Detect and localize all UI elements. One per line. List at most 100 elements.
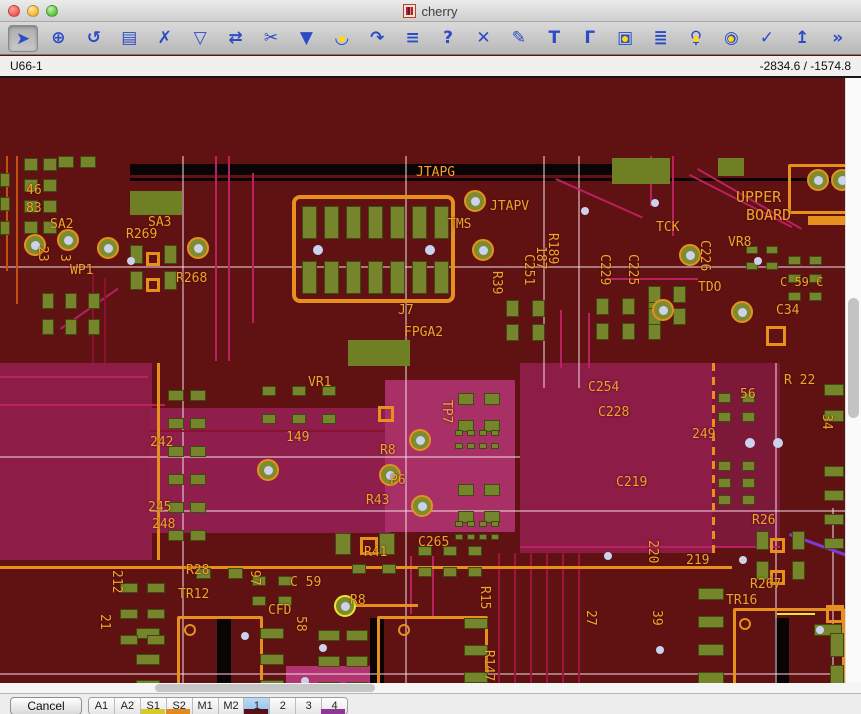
tool-zoom-icon[interactable]: ⊕: [43, 25, 73, 52]
vertical-scrollbar[interactable]: [845, 78, 861, 683]
toolbar: ➤⊕↺▤✗▽⇄✂▼◡↷≡?✕✎TΓ▣≣♀◉✓↥»: [0, 22, 861, 55]
pcb-pad: [43, 179, 57, 192]
pcb-pad: [788, 292, 801, 301]
tool-cut-icon[interactable]: ✂: [256, 25, 286, 52]
tool-more-icon[interactable]: »: [823, 25, 853, 52]
pcb-pad: [190, 446, 206, 457]
pcb-via: [97, 237, 119, 259]
tool-draw-icon[interactable]: ✎: [504, 25, 534, 52]
tool-text-icon[interactable]: T: [539, 25, 569, 52]
pcb-label: C265: [418, 536, 449, 549]
tool-testpoint-icon[interactable]: ♀: [681, 25, 711, 52]
pcb-testpoint-dot: [604, 552, 612, 560]
horizontal-scrollbar[interactable]: [0, 683, 861, 693]
pcb-gridline: [0, 456, 520, 458]
pcb-pad: [824, 384, 844, 396]
pcb-pad: [190, 390, 206, 401]
tab-layer-3[interactable]: 3: [296, 698, 322, 714]
tool-corner-icon[interactable]: Γ: [575, 25, 605, 52]
pcb-label: 149: [286, 431, 309, 444]
pcb-label: R268: [176, 272, 207, 285]
horizontal-scrollbar-thumb[interactable]: [155, 684, 375, 692]
pcb-testpoint-dot: [313, 245, 323, 255]
window-title: cherry: [421, 4, 457, 19]
pcb-pad: [262, 386, 276, 396]
pcb-pad: [468, 546, 482, 556]
pcb-label: C225: [626, 254, 639, 285]
pcb-pad: [58, 156, 74, 168]
pcb-label: TR12: [178, 588, 209, 601]
tool-via-icon[interactable]: ▼: [291, 25, 321, 52]
tool-delete-icon[interactable]: ✕: [468, 25, 498, 52]
pcb-label: 34: [820, 414, 833, 430]
pcb-label: R28: [186, 564, 209, 577]
tool-funnel-select-icon[interactable]: ▽: [185, 25, 215, 52]
pcb-label: J7: [398, 304, 414, 317]
tab-layer-M1[interactable]: M1: [193, 698, 219, 714]
pcb-trace: [0, 376, 148, 378]
pcb-pad: [455, 430, 463, 436]
cancel-button[interactable]: Cancel: [10, 697, 82, 714]
pcb-pad-square: [826, 605, 844, 623]
pcb-testpoint-dot: [581, 207, 589, 215]
tool-layers-icon[interactable]: ≣: [646, 25, 676, 52]
pcb-label: R269: [126, 228, 157, 241]
tool-inspect-region-icon[interactable]: ▣: [610, 25, 640, 52]
pcb-label: 245: [148, 501, 171, 514]
tool-lines-icon[interactable]: ≡: [398, 25, 428, 52]
pcb-pad: [458, 484, 474, 496]
pcb-pad: [0, 173, 10, 187]
tool-bend-icon[interactable]: ↷: [362, 25, 392, 52]
pcb-label: R8: [350, 594, 366, 607]
pcb-trace: [92, 273, 94, 363]
pcb-pad: [742, 461, 755, 471]
tab-layer-M2[interactable]: M2: [219, 698, 245, 714]
pcb-pad: [147, 583, 165, 593]
tool-footprint-icon[interactable]: ▤: [114, 25, 144, 52]
tool-check-icon[interactable]: ✓: [752, 25, 782, 52]
tab-layer-2[interactable]: 2: [270, 698, 296, 714]
pcb-pad: [228, 568, 243, 579]
pcb-pad: [809, 256, 822, 265]
pcb-pad: [830, 633, 844, 657]
bottom-bar: Cancel A1A2S1S2M1M21234: [0, 693, 861, 714]
tool-optimize-icon[interactable]: ↥: [787, 25, 817, 52]
tab-layer-A1[interactable]: A1: [89, 698, 115, 714]
pcb-pad: [756, 531, 769, 550]
pcb-pad: [718, 478, 731, 488]
pcb-label: 219: [686, 554, 709, 567]
pcb-trace: [0, 404, 165, 406]
pcb-label: P6: [390, 474, 406, 487]
pcb-testpoint-dot: [754, 257, 762, 265]
tool-loop-icon[interactable]: ◡: [327, 25, 357, 52]
tool-pad-icon[interactable]: ◉: [716, 25, 746, 52]
pcb-pad: [792, 561, 805, 580]
pcb-pad: [742, 478, 755, 488]
vertical-scrollbar-thumb[interactable]: [848, 298, 859, 418]
pcb-pad: [491, 534, 499, 540]
tool-rotate-icon[interactable]: ↺: [79, 25, 109, 52]
pcb-pad: [346, 630, 368, 641]
tool-help-icon[interactable]: ?: [433, 25, 463, 52]
pcb-pad: [434, 206, 449, 239]
pcb-pad: [443, 567, 457, 577]
pcb-pad: [698, 616, 724, 628]
pcb-label: R26: [752, 514, 775, 527]
pcb-label: C228: [598, 406, 629, 419]
pcb-pad: [324, 206, 339, 239]
pcb-pad: [479, 534, 487, 540]
pcb-pad: [467, 443, 475, 449]
pcb-label: 56: [740, 388, 756, 401]
tool-select-icon[interactable]: ➤: [8, 25, 38, 52]
pcb-pad: [368, 261, 383, 294]
pcb-canvas[interactable]: 4683SA2SA3R269R268WP1233JTAPGJTAPVTMSTCK…: [0, 78, 845, 683]
tab-layer-A2[interactable]: A2: [115, 698, 141, 714]
pcb-pad: [24, 158, 38, 171]
pcb-label: 39: [650, 610, 663, 626]
pcb-label: TDO: [698, 281, 721, 294]
pcb-pad: [698, 588, 724, 600]
pcb-pad: [120, 609, 138, 619]
pcb-label: R8: [380, 444, 396, 457]
tool-route-icon[interactable]: ⇄: [221, 25, 251, 52]
tool-pin-icon[interactable]: ✗: [150, 25, 180, 52]
